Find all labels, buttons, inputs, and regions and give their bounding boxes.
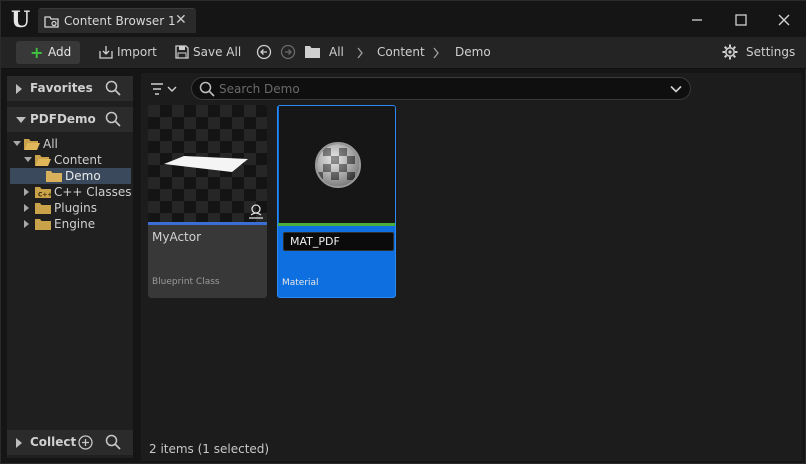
add-collection-icon[interactable]	[78, 435, 93, 450]
open-folder-icon	[35, 155, 51, 166]
tree-item-label: Content	[54, 153, 102, 167]
asset-type: Material	[282, 278, 319, 288]
asset-name: MyActor	[152, 230, 202, 244]
asset-type: Blueprint Class	[152, 277, 220, 287]
folder-icon	[35, 219, 51, 230]
maximize-icon[interactable]	[731, 10, 751, 30]
open-folder-icon	[24, 139, 40, 150]
asset-tile-mat-pdf[interactable]: Material	[277, 105, 396, 298]
tree-item-label: Engine	[54, 217, 96, 231]
save-all-label: Save All	[193, 45, 242, 59]
project-label: PDFDemo	[30, 112, 96, 126]
collapsed-arrow-icon[interactable]	[24, 220, 29, 228]
tree-item-label: Plugins	[54, 201, 97, 215]
collapsed-arrow-icon[interactable]	[24, 188, 29, 196]
content-browser-tab[interactable]: Content Browser 1 ✕	[38, 8, 196, 33]
forward-arrow-icon[interactable]	[280, 44, 296, 60]
cpp-folder-icon: C++	[35, 187, 51, 199]
tree-item-plugins[interactable]: Plugins	[10, 200, 131, 216]
expanded-arrow-icon[interactable]	[24, 157, 32, 162]
tree-item-engine[interactable]: Engine	[10, 216, 131, 232]
collections-header[interactable]: Collect	[7, 430, 133, 455]
folder-icon[interactable]	[304, 44, 321, 59]
import-label: Import	[117, 45, 157, 59]
plus-icon: +	[30, 43, 44, 62]
asset-type-color-bar	[148, 222, 267, 225]
search-icon[interactable]	[105, 434, 121, 450]
asset-view: MyActor Blueprint Class	[141, 73, 802, 461]
add-button[interactable]: + Add	[16, 41, 80, 64]
tree-item-label: All	[43, 137, 58, 151]
tree-item-demo[interactable]: Demo	[10, 168, 131, 184]
save-icon	[175, 45, 189, 59]
svg-text:U: U	[11, 7, 30, 31]
project-header[interactable]: PDFDemo	[7, 107, 133, 132]
collapsed-arrow-icon[interactable]	[16, 438, 22, 448]
content-browser-window: U Content Browser 1 ✕ + Add Import Save …	[0, 0, 806, 464]
search-icon[interactable]	[105, 80, 121, 96]
tree-item-label: C++ Classes	[54, 185, 132, 199]
toolbar: + Add Import Save All All Content Demo S…	[1, 37, 806, 69]
material-thumbnail	[279, 106, 395, 223]
search-icon	[199, 81, 215, 97]
chevron-down-icon[interactable]	[670, 83, 682, 95]
expanded-arrow-icon[interactable]	[16, 117, 26, 123]
status-text: 2 items (1 selected)	[149, 442, 270, 456]
import-icon	[99, 46, 113, 59]
breadcrumb-demo[interactable]: Demo	[455, 45, 491, 59]
search-input[interactable]	[219, 80, 659, 97]
tree-item-label: Demo	[65, 169, 101, 183]
gear-icon	[722, 44, 738, 60]
collapsed-arrow-icon[interactable]	[16, 84, 22, 94]
content-browser-icon	[44, 16, 59, 28]
minimize-icon[interactable]	[687, 10, 707, 30]
chevron-right-icon	[433, 47, 439, 59]
breadcrumb-content[interactable]: Content	[377, 45, 425, 59]
tab-close-icon[interactable]: ✕	[175, 12, 187, 28]
tree-item-all[interactable]: All	[10, 136, 131, 152]
unreal-logo-icon[interactable]: U	[9, 7, 33, 31]
asset-tile-myactor[interactable]: MyActor Blueprint Class	[148, 105, 267, 298]
back-arrow-icon[interactable]	[256, 44, 272, 60]
close-window-icon[interactable]	[774, 10, 794, 30]
import-button[interactable]: Import	[98, 44, 160, 62]
folder-icon	[35, 203, 51, 214]
settings-label: Settings	[746, 45, 796, 59]
blueprint-thumbnail	[148, 105, 267, 222]
expanded-arrow-icon[interactable]	[13, 141, 21, 146]
folder-icon	[46, 171, 62, 182]
rename-field[interactable]	[283, 232, 394, 251]
filter-icon[interactable]	[150, 81, 178, 97]
collect-label: Collect	[30, 435, 77, 449]
svg-text:C++: C++	[38, 192, 51, 199]
breadcrumb-all[interactable]: All	[329, 45, 344, 59]
title-bar: U Content Browser 1 ✕	[1, 1, 806, 37]
add-label: Add	[48, 45, 72, 59]
favorites-header[interactable]: Favorites	[7, 76, 133, 101]
tree-item-content[interactable]: Content	[10, 152, 131, 168]
search-bar[interactable]	[191, 77, 691, 100]
tab-title: Content Browser 1	[64, 14, 176, 28]
favorites-label: Favorites	[30, 81, 93, 95]
chevron-right-icon	[357, 47, 363, 59]
tree-item-cpp-classes[interactable]: C++ C++ Classes	[10, 184, 132, 200]
asset-type-color-bar	[278, 223, 395, 226]
sources-panel: Favorites PDFDemo All Content Demo C++ C…	[7, 76, 133, 458]
settings-button[interactable]: Settings	[722, 44, 798, 62]
collapsed-arrow-icon[interactable]	[24, 204, 29, 212]
search-icon[interactable]	[105, 111, 121, 127]
save-all-button[interactable]: Save All	[174, 44, 244, 62]
